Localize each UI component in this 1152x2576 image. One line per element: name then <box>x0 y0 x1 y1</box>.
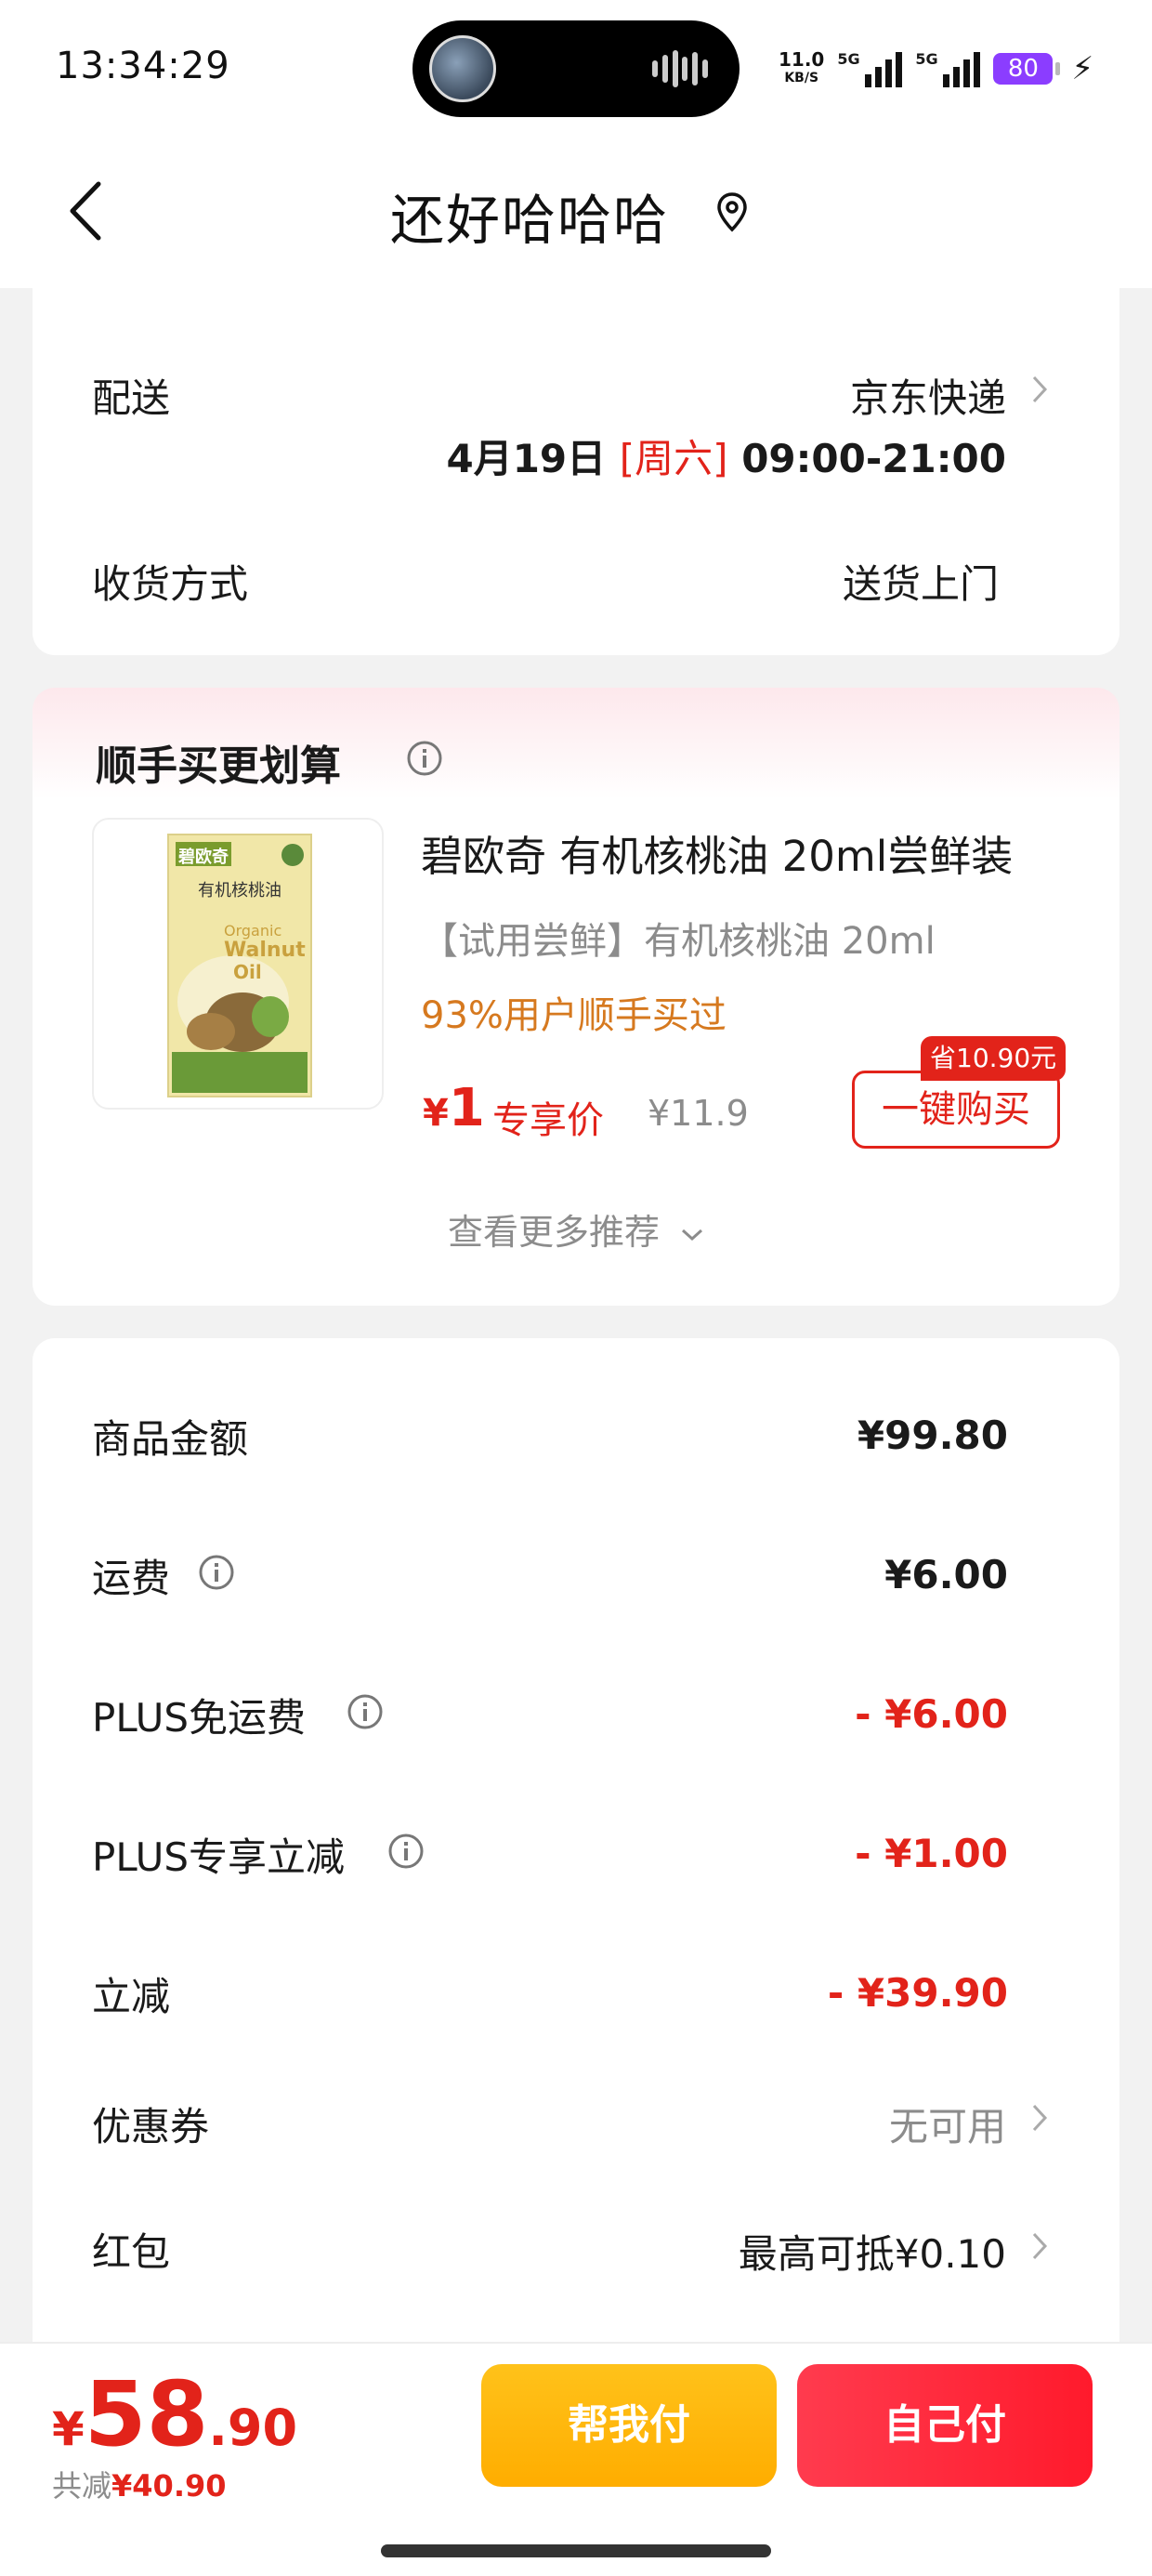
price-summary-card: 商品金额 ¥99.80 运费 ¥6.00 PLUS免运费 - ¥6.00 PLU… <box>33 1338 1119 2370</box>
checkout-bar: ¥58.90 共减¥40.90 帮我付 自己付 <box>0 2342 1152 2576</box>
summary-value-plus-discount: - ¥1.00 <box>855 1831 1008 1876</box>
product-subtitle: 【试用尝鲜】有机核桃油 20ml <box>421 920 936 963</box>
chevron-down-icon <box>682 1229 703 1241</box>
method-value[interactable]: 送货上门 <box>843 553 999 610</box>
summary-value-goods: ¥99.80 <box>857 1413 1008 1458</box>
home-indicator[interactable] <box>381 2544 771 2557</box>
image-brand: 碧欧奇 <box>178 848 229 867</box>
total-price: ¥58.90 <box>52 2362 298 2466</box>
charging-icon: ⚡ <box>1071 50 1094 87</box>
summary-value-plus-freeship: - ¥6.00 <box>855 1691 1008 1737</box>
dynamic-island <box>412 20 740 117</box>
total-discount: 共减¥40.90 <box>52 2468 227 2504</box>
product-image[interactable]: 碧欧奇 有机核桃油 Organic Walnut Oil <box>92 818 384 1110</box>
recommend-card: 顺手买更划算 碧欧奇 有机核桃油 Organic Walnut Oil 碧欧奇 … <box>33 688 1119 1306</box>
delivery-date: 4月19日 <box>446 436 607 481</box>
help-pay-button[interactable]: 帮我付 <box>481 2364 777 2487</box>
delivery-card: 配送 京东快递 4月19日 [周六] 09:00-21:00 收货方式 送货上门 <box>33 288 1119 655</box>
delivery-label: 配送 <box>92 375 171 421</box>
product-name[interactable]: 碧欧奇 有机核桃油 20ml尝鲜装 <box>421 822 1013 883</box>
audio-wave-icon <box>652 50 708 87</box>
battery-icon: 80 <box>993 53 1061 85</box>
avatar <box>429 35 496 102</box>
nav-bar: 还好哈哈哈 <box>0 139 1152 288</box>
one-click-buy-button[interactable]: 一键购买 <box>852 1071 1060 1149</box>
delivery-carrier[interactable]: 京东快递 <box>850 367 1006 424</box>
info-icon[interactable] <box>406 740 443 777</box>
info-icon[interactable] <box>387 1833 425 1870</box>
product-bought-rate: 93%用户顺手买过 <box>421 994 727 1037</box>
recommend-title: 顺手买更划算 <box>96 743 341 790</box>
chevron-right-icon[interactable] <box>1029 374 1050 405</box>
signal-icon-2: 5G <box>915 50 981 87</box>
image-name: 有机核桃油 <box>198 881 281 900</box>
summary-label-instant-discount: 立减 <box>92 1974 171 2019</box>
product-price: ¥1 <box>423 1078 485 1138</box>
image-en3: Oil <box>233 961 262 983</box>
summary-label-shipping: 运费 <box>92 1556 171 1601</box>
summary-label-plus-discount: PLUS专享立减 <box>92 1834 346 1880</box>
delivery-time[interactable]: 4月19日 [周六] 09:00-21:00 <box>446 427 1006 484</box>
status-bar: 13:34:29 11.0 KB/S 5G 5G 80 ⚡ <box>0 0 1152 139</box>
summary-value-instant-discount: - ¥39.90 <box>827 1970 1008 2016</box>
more-recommend-label: 查看更多推荐 <box>447 1212 660 1253</box>
chevron-right-icon[interactable] <box>1029 2102 1050 2134</box>
summary-label-goods: 商品金额 <box>92 1416 249 1462</box>
status-indicators: 11.0 KB/S 5G 5G 80 ⚡ <box>779 41 1093 97</box>
chevron-left-icon[interactable] <box>63 178 110 243</box>
summary-value-shipping: ¥6.00 <box>884 1552 1008 1597</box>
method-label: 收货方式 <box>92 561 249 607</box>
info-icon[interactable] <box>347 1693 384 1730</box>
summary-value-coupon[interactable]: 无可用 <box>889 2096 1006 2152</box>
chevron-right-icon[interactable] <box>1029 2230 1050 2262</box>
status-time: 13:34:29 <box>56 45 230 87</box>
original-price: ¥11.9 <box>648 1093 749 1134</box>
summary-value-redpacket[interactable]: 最高可抵¥0.10 <box>739 2223 1006 2280</box>
delivery-weekday: [周六] <box>619 436 728 481</box>
self-pay-button[interactable]: 自己付 <box>797 2364 1093 2487</box>
image-en1: Organic <box>224 922 282 940</box>
net-speed: 11.0 KB/S <box>779 48 825 85</box>
page-title[interactable]: 还好哈哈哈 <box>390 177 669 255</box>
save-badge: 省10.90元 <box>921 1036 1067 1081</box>
summary-label-redpacket: 红包 <box>92 2229 171 2275</box>
signal-icon: 5G <box>837 50 903 87</box>
summary-label-coupon: 优惠券 <box>92 2104 210 2149</box>
info-icon[interactable] <box>198 1554 235 1591</box>
price-tag: 专享价 <box>492 1099 604 1142</box>
delivery-window: 09:00-21:00 <box>741 436 1006 481</box>
image-en2: Walnut <box>224 939 306 962</box>
summary-label-plus-freeship: PLUS免运费 <box>92 1695 307 1741</box>
more-recommend-link[interactable]: 查看更多推荐 <box>33 1203 1119 1255</box>
location-pin-icon[interactable] <box>715 191 749 233</box>
